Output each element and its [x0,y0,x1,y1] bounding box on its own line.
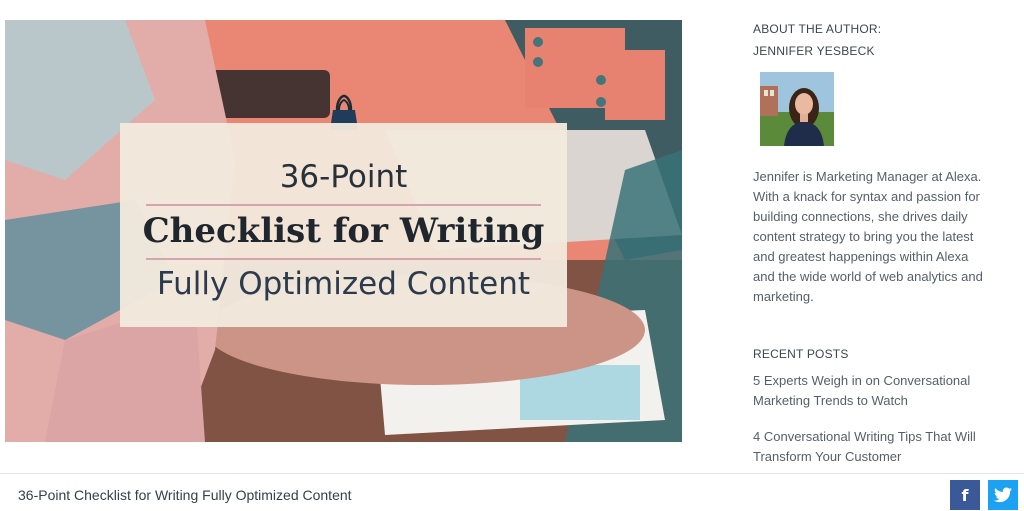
title-divider [146,204,541,206]
recent-posts-list: 5 Experts Weigh in on Conversational Mar… [753,371,983,483]
image-caption: 36-Point Checklist for Writing Fully Opt… [18,487,352,503]
facebook-icon: f [961,485,969,505]
bottom-caption-bar: 36-Point Checklist for Writing Fully Opt… [0,473,1024,511]
hero-title-line2: Checklist for Writing [142,211,545,251]
author-avatar[interactable] [760,72,834,146]
hero-image: 36-Point Checklist for Writing Fully Opt… [5,20,682,442]
hero-title-line3: Fully Optimized Content [156,266,531,302]
recent-post-link[interactable]: 5 Experts Weigh in on Conversational Mar… [753,371,983,411]
twitter-share-button[interactable] [988,480,1018,510]
recent-post-link[interactable]: 4 Conversational Writing Tips That Will … [753,427,983,467]
facebook-share-button[interactable]: f [950,480,980,510]
author-bio: Jennifer is Marketing Manager at Alexa. … [753,169,983,304]
author-name[interactable]: JENNIFER YESBECK [753,44,993,58]
recent-posts-heading: RECENT POSTS [753,347,849,361]
sidebar: ABOUT THE AUTHOR: JENNIFER YESBECK Jenni… [753,22,993,464]
about-author-heading: ABOUT THE AUTHOR: [753,22,882,36]
hero-title-line1: 36-Point [279,159,408,195]
twitter-icon [994,487,1012,503]
hero-title-card: 36-Point Checklist for Writing Fully Opt… [120,123,567,327]
title-divider [146,258,541,260]
